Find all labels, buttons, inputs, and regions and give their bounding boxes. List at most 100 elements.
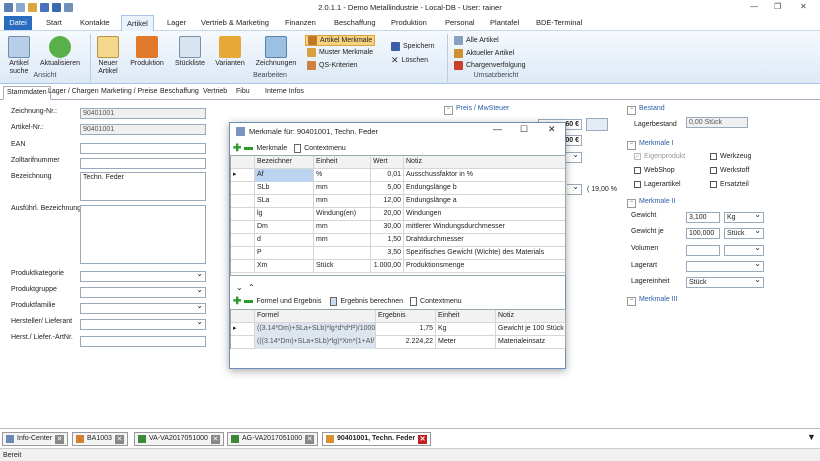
- contextmenu-button[interactable]: Contextmenu: [304, 145, 346, 152]
- cell-e[interactable]: mm: [314, 234, 371, 247]
- cell-w[interactable]: 1,50: [371, 234, 404, 247]
- cell-e[interactable]: Meter: [436, 336, 496, 349]
- row-indicator[interactable]: [231, 234, 255, 247]
- cell-b[interactable]: lg: [255, 208, 314, 221]
- alle-artikel-button[interactable]: Alle Artikel: [454, 36, 499, 45]
- tab-finanzen[interactable]: Finanzen: [285, 18, 316, 27]
- eigenprodukt-checkbox[interactable]: ✓ Eigenprodukt: [634, 153, 685, 160]
- cell-e[interactable]: Stück: [314, 260, 371, 273]
- werkstoff-checkbox[interactable]: Werkstoff: [710, 167, 749, 174]
- merkmale2-section-header[interactable]: Merkmale II: [627, 198, 676, 208]
- cell-b[interactable]: Dm: [255, 221, 314, 234]
- volumen-field[interactable]: [686, 245, 720, 256]
- row-indicator[interactable]: [231, 221, 255, 234]
- table-row[interactable]: SLb mm 5,00 Endungslänge b: [231, 182, 567, 195]
- cell-w[interactable]: 12,00: [371, 195, 404, 208]
- contextmenu-button-2[interactable]: Contextmenu: [420, 298, 462, 305]
- merkmale3-section-header[interactable]: Merkmale III: [627, 296, 678, 306]
- formel-label[interactable]: Formel und Ergebnis: [256, 298, 321, 305]
- table-row[interactable]: Dm mm 30,00 mittlerer Windungsdurchmesser: [231, 221, 567, 234]
- tab-datei[interactable]: Datei: [4, 16, 32, 30]
- header-formel[interactable]: Formel: [255, 310, 376, 323]
- bezeichnung-field[interactable]: Techn. Feder: [80, 172, 206, 201]
- cell-n[interactable]: Endungslänge b: [404, 182, 567, 195]
- row-indicator[interactable]: [231, 247, 255, 260]
- cell-e[interactable]: mm: [314, 221, 371, 234]
- tab-fibu[interactable]: Fibu: [236, 88, 250, 95]
- cell-b[interactable]: Xm: [255, 260, 314, 273]
- close-icon[interactable]: ✕: [418, 434, 428, 444]
- qs-kriterien-button[interactable]: QS-Kriterien: [307, 61, 358, 70]
- cell-n[interactable]: Endungslänge a: [404, 195, 567, 208]
- gewicht-je-field[interactable]: 100,000: [686, 228, 720, 239]
- cell-e[interactable]: [314, 247, 371, 260]
- dialog-minimize-icon[interactable]: —: [493, 124, 502, 134]
- webshop-checkbox[interactable]: WebShop: [634, 167, 675, 174]
- muster-merkmale-button[interactable]: Muster Merkmale: [307, 48, 373, 57]
- speichern-button[interactable]: Speichern: [391, 42, 435, 51]
- varianten-button[interactable]: Varianten: [211, 36, 249, 68]
- table-row[interactable]: ▸ ((3.14*Dm)+SLa+SLb)*lg*d*d*P)/1000... 1,…: [231, 323, 567, 336]
- neuer-artikel-button[interactable]: Neuer Artikel: [94, 36, 122, 76]
- row-indicator[interactable]: [231, 260, 255, 273]
- tab-vertrieb-marketing[interactable]: Vertrieb & Marketing: [201, 18, 269, 27]
- cell-e[interactable]: %: [314, 169, 371, 182]
- table-row[interactable]: ▸ Af% 0,01 Ausschussfaktor in %: [231, 169, 567, 182]
- table-row[interactable]: SLa mm 12,00 Endungslänge a: [231, 195, 567, 208]
- cell-b[interactable]: P: [255, 247, 314, 260]
- stueckliste-button[interactable]: Stückliste: [172, 36, 208, 68]
- cell-w[interactable]: 3,50: [371, 247, 404, 260]
- doc-tab-90401001[interactable]: 90401001, Techn. Feder ✕: [322, 432, 432, 446]
- tab-personal[interactable]: Personal: [445, 18, 475, 27]
- gewicht-unit-select[interactable]: Kg: [724, 211, 764, 223]
- cell-n[interactable]: Drahtdurchmesser: [404, 234, 567, 247]
- bestand-section-header[interactable]: Bestand: [627, 105, 665, 115]
- tab-start[interactable]: Start: [46, 18, 62, 27]
- herst-artnr-field[interactable]: [80, 336, 206, 347]
- header-einheit[interactable]: Einheit: [314, 156, 371, 169]
- merkmale1-section-header[interactable]: Merkmale I: [627, 140, 674, 150]
- tab-vertrieb[interactable]: Vertrieb: [203, 88, 227, 95]
- cell-r[interactable]: 1,75: [376, 323, 436, 336]
- close-icon[interactable]: ✕: [114, 434, 124, 444]
- tab-marketing-preise[interactable]: Marketing / Preise: [101, 88, 157, 95]
- tab-plantafel[interactable]: Plantafel: [490, 18, 519, 27]
- chevron-down-icon[interactable]: ⌄: [236, 283, 243, 292]
- header-notiz[interactable]: Notiz: [496, 310, 567, 323]
- cell-e[interactable]: Windung(en): [314, 208, 371, 221]
- row-indicator[interactable]: ▸: [231, 169, 255, 182]
- cell-n[interactable]: Spezifisches Gewicht (Wichte) des Materi…: [404, 247, 567, 260]
- row-indicator[interactable]: [231, 336, 255, 349]
- cell-b[interactable]: d: [255, 234, 314, 247]
- werkzeug-checkbox[interactable]: Werkzeug: [710, 153, 751, 160]
- header-ergebnis[interactable]: Ergebnis: [376, 310, 436, 323]
- tab-stammdaten[interactable]: Stammdaten: [3, 86, 51, 100]
- remove-icon[interactable]: [244, 147, 254, 150]
- ean-field[interactable]: [80, 143, 206, 154]
- cell-f[interactable]: (((3.14*Dm)+SLa+SLb)*lg)*Xm*(1+Af/1...: [255, 336, 376, 349]
- doc-tab-ba1003[interactable]: BA1003 ✕: [72, 432, 128, 446]
- cell-n[interactable]: Gewicht je 100 Stück: [496, 323, 567, 336]
- produktgruppe-select[interactable]: [80, 286, 206, 298]
- cell-e[interactable]: mm: [314, 182, 371, 195]
- remove-icon[interactable]: [244, 300, 254, 303]
- aktueller-artikel-button[interactable]: Aktueller Artikel: [454, 49, 514, 58]
- ergebnis-berechnen-button[interactable]: Ergebnis berechnen: [340, 298, 403, 305]
- row-indicator[interactable]: [231, 195, 255, 208]
- close-icon[interactable]: ✕: [800, 2, 807, 11]
- cell-n[interactable]: Windungen: [404, 208, 567, 221]
- row-indicator[interactable]: [231, 182, 255, 195]
- lagerartikel-checkbox[interactable]: Lagerartikel: [634, 181, 681, 188]
- close-icon[interactable]: ✕: [55, 434, 65, 444]
- doc-tab-va[interactable]: VA-VA2017051000 ✕: [134, 432, 224, 446]
- gewicht-field[interactable]: 3,100: [686, 212, 720, 223]
- header-einheit[interactable]: Einheit: [436, 310, 496, 323]
- tab-produktion[interactable]: Produktion: [391, 18, 427, 27]
- loeschen-button[interactable]: ✕ Löschen: [391, 55, 428, 66]
- tab-interne-infos[interactable]: Interne Infos: [265, 88, 304, 95]
- chargenverfolgung-button[interactable]: Chargenverfolgung: [454, 61, 526, 70]
- lagereinheit-select[interactable]: Stück: [686, 276, 764, 288]
- cell-w[interactable]: 1.000,00: [371, 260, 404, 273]
- doc-tab-ag[interactable]: AG-VA2017051000 ✕: [227, 432, 319, 446]
- minimize-icon[interactable]: —: [750, 2, 758, 11]
